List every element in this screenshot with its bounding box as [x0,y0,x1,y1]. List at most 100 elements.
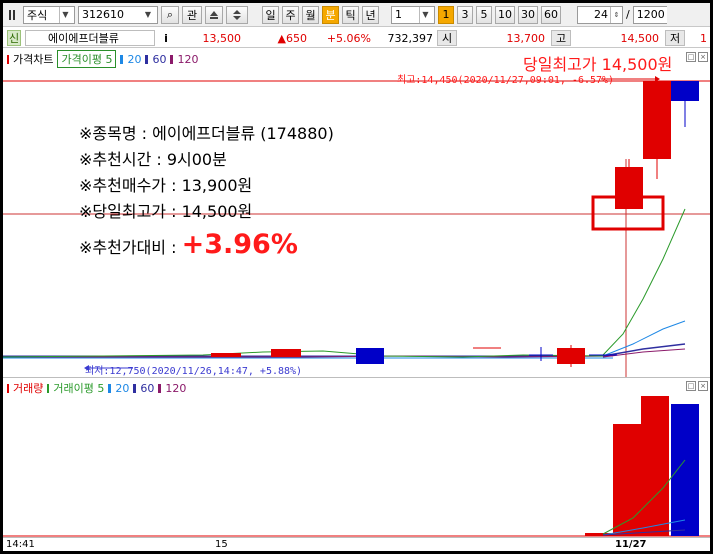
ma60-legend: 60 [152,52,167,66]
recommendation-annotation: ※종목명 : 에이에프더블류 (174880) ※추천시간 : 9시00분 ※추… [79,121,334,265]
annotation-return-label: ※추천가대비 : [79,238,182,257]
open-label-text: 시 [441,32,453,45]
low-label-text: 저 [669,32,681,45]
period-month[interactable]: 월 [302,5,319,24]
volume-ma60-legend: 60 [140,381,155,395]
price-chart-legend: 가격차트 가격이평 5 20 60 120 [7,50,198,68]
annotation-return-row: ※추천가대비 : +3.96% [79,225,334,265]
interval-10-label: 10 [498,8,512,21]
interval-3-label: 3 [461,8,469,21]
eject-button[interactable] [205,5,223,24]
new-badge-label: 신 [8,32,20,45]
chevron-down-icon: ▼ [59,6,71,23]
current-price: 13,500 [179,30,242,46]
volume-ma20-marker [108,383,112,393]
period-week-label: 주 [285,8,296,22]
ma20-marker [120,54,124,64]
count-separator: / [626,8,630,21]
period-tick[interactable]: 틱 [342,5,359,24]
annotation-day-high: ※당일최고가 : 14,500원 [79,202,253,221]
volume-chart-legend: 거래량 거래이평 5 20 60 120 [7,380,186,396]
candle [643,81,671,159]
candle [356,348,384,364]
high-label: 고 [551,30,571,46]
drag-handle-icon[interactable] [6,6,20,24]
interval-1[interactable]: 1 [438,5,454,24]
total-value: 1200 [636,8,665,21]
search-button[interactable]: ⌕ [161,5,179,24]
price-chart-panel[interactable]: 가격차트 가격이평 5 20 60 120 □ × 당일최고가 14,500원 … [3,49,710,377]
volume-panel-minimize-button[interactable]: □ [686,381,696,391]
legend-marker [7,54,9,64]
high-price-value: 14,500 [620,31,660,45]
open-price-value: 13,700 [506,31,546,45]
watchlist-button[interactable]: 관 [182,5,202,24]
scroll-stepper[interactable] [226,5,248,24]
interval-60[interactable]: 60 [541,5,561,24]
interval-3[interactable]: 3 [457,5,473,24]
stock-name[interactable]: 에이에프더블류 [25,30,155,46]
ma60-marker [145,54,149,64]
candle [271,349,301,357]
volume-ma120-marker [158,383,162,393]
volume-bar [671,404,699,536]
volume-ma5-marker [47,383,50,393]
updown-icon: ⇕ [610,6,622,23]
period-day-label: 일 [265,8,276,22]
low-price-value: 1 [700,31,707,45]
interval-10[interactable]: 10 [495,5,515,24]
ma5-legend: 가격이평 5 [61,53,113,66]
annotation-time: ※추천시간 : 9시00분 [79,150,227,169]
interval-1-label: 1 [442,8,450,21]
time-tick: 11/27 [615,539,647,550]
panel-close-button[interactable]: × [698,52,708,62]
interval-5[interactable]: 5 [476,5,492,24]
info-button[interactable]: i [159,30,173,46]
interval-30[interactable]: 30 [518,5,538,24]
current-price-value: 13,500 [202,31,242,45]
time-tick: 15 [215,539,228,550]
interval-select[interactable]: 1 ▼ [391,5,435,24]
change-percent-value: +5.06% [326,31,371,45]
total-input[interactable]: 1200 [632,5,667,24]
count-stepper[interactable]: 24 ⇕ [577,5,623,24]
high-label-text: 고 [555,32,567,45]
volume-chart-panel[interactable]: 거래량 거래이평 5 20 60 120 □ × [3,377,710,537]
volume-ma5-legend: 거래이평 5 [53,382,105,395]
ma-settings-box[interactable]: 가격이평 5 [57,50,117,68]
updown-icon [233,9,241,20]
ma120-marker [170,54,174,64]
quote-bar: 신 에이에프더블류 i 13,500 ▲650 +5.06% 732,397 시… [3,28,710,48]
volume: 732,397 [373,30,434,46]
panel-minimize-button[interactable]: □ [686,52,696,62]
volume-bar [641,396,669,536]
eject-icon [210,10,218,19]
info-icon: i [164,31,168,45]
open-price: 13,700 [459,30,549,46]
time-tick: 14:41 [6,539,35,550]
period-day[interactable]: 일 [262,5,279,24]
time-axis: 14:41 15 11/27 [3,537,710,551]
interval-30-label: 30 [521,8,535,21]
ma120-line-rising [602,348,686,358]
code-input[interactable]: 312610 ▼ [78,5,158,24]
market-select[interactable]: 주식 ▼ [23,5,75,24]
volume-panel-close-button[interactable]: × [698,381,708,391]
low-price: 1 [687,30,707,46]
price-change-value: ▲650 [277,31,307,45]
period-year[interactable]: 년 [362,5,379,24]
period-minute[interactable]: 분 [322,5,339,24]
volume-chart-title: 거래량 [13,382,44,395]
search-icon: ⌕ [166,7,174,21]
code-input-value: 312610 [82,8,124,21]
low-label: 저 [665,30,685,46]
chart-window: 주식 ▼ 312610 ▼ ⌕ 관 일 주 월 분 틱 년 1 ▼ 1 3 5 … [3,3,710,551]
low-marker-label: 최저:12,750(2020/11/26,14:47, +5.88%) [85,366,303,377]
volume-ma20-legend: 20 [115,381,130,395]
period-week[interactable]: 주 [282,5,299,24]
volume-bar [613,424,641,536]
volume-ma120-legend: 120 [165,381,187,395]
volume-value: 732,397 [387,31,434,45]
high-price: 14,500 [573,30,663,46]
volume-chart-canvas[interactable] [3,378,710,538]
